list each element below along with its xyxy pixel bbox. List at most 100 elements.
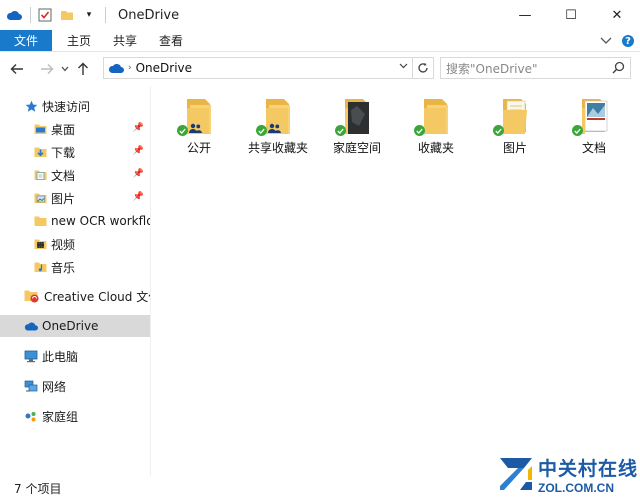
sidebar-item-network[interactable]: 网络 xyxy=(0,375,150,397)
sidebar-item-label: 文档 xyxy=(51,168,76,183)
up-button[interactable] xyxy=(72,58,94,80)
sidebar-item-pictures[interactable]: 图片 📌 xyxy=(0,187,150,209)
pin-icon[interactable]: 📌 xyxy=(133,192,144,202)
file-view: 公开 共享收藏夹 家庭空间 收藏夹 图片 文档 xyxy=(152,86,640,476)
folder-item[interactable]: 图片 xyxy=(475,96,555,158)
sidebar-item-label: 家庭组 xyxy=(42,409,79,424)
address-dropdown-icon[interactable] xyxy=(399,61,408,72)
search-box[interactable]: 搜索"OneDrive" xyxy=(440,57,631,79)
window-controls: — ☐ ✕ xyxy=(502,0,640,30)
quick-access-toolbar: ▾ xyxy=(0,0,112,30)
maximize-button[interactable]: ☐ xyxy=(548,0,594,30)
sidebar-item-onedrive[interactable]: OneDrive xyxy=(0,315,150,337)
network-icon xyxy=(24,379,38,393)
folder-label: 共享收藏夹 xyxy=(247,141,308,155)
sidebar-item-music[interactable]: 音乐 xyxy=(0,256,150,278)
watermark-en: ZOL.COM.CN xyxy=(538,480,614,495)
downloads-folder-icon xyxy=(33,145,47,159)
back-arrow-icon xyxy=(10,64,23,74)
recent-locations-button[interactable] xyxy=(58,58,72,80)
breadcrumb-onedrive[interactable]: OneDrive xyxy=(136,61,192,75)
title-bar: ▾ OneDrive — ☐ ✕ xyxy=(0,0,640,30)
onedrive-cloud-icon[interactable] xyxy=(6,7,22,23)
sync-ok-icon xyxy=(177,125,188,136)
navigation-pane: 快速访问 桌面 📌 下载 📌 文档 📌 图片 📌 new OCR workflo… xyxy=(0,86,150,476)
folder-icon xyxy=(33,214,47,228)
sidebar-item-this-pc[interactable]: 此电脑 xyxy=(0,345,150,367)
new-folder-icon[interactable] xyxy=(59,7,75,23)
folder-item[interactable]: 家庭空间 xyxy=(317,96,397,158)
pin-icon[interactable]: 📌 xyxy=(133,123,144,133)
customize-toolbar-icon[interactable]: ▾ xyxy=(81,7,97,23)
sidebar-item-homegroup[interactable]: 家庭组 xyxy=(0,405,150,427)
sidebar-item-desktop[interactable]: 桌面 📌 xyxy=(0,118,150,140)
desktop-folder-icon xyxy=(33,122,47,136)
sidebar-item-creative-cloud[interactable]: Creative Cloud 文件 xyxy=(0,285,150,307)
tab-share[interactable]: 共享 xyxy=(102,30,148,51)
sidebar-item-label: 下载 xyxy=(51,145,76,160)
homegroup-icon xyxy=(24,409,38,423)
sidebar-item-label: Creative Cloud 文件 xyxy=(44,289,150,304)
pictures-folder-icon xyxy=(33,191,47,205)
folder-item[interactable]: 收藏夹 xyxy=(396,96,476,158)
folder-icon xyxy=(493,96,533,136)
breadcrumb-separator-icon[interactable]: › xyxy=(128,63,132,73)
search-icon[interactable] xyxy=(612,61,625,77)
pane-divider[interactable] xyxy=(150,86,151,476)
sidebar-item-new-ocr-workflow[interactable]: new OCR workflow xyxy=(0,210,150,232)
search-input[interactable]: 搜索"OneDrive" xyxy=(446,60,537,77)
folder-label: 家庭空间 xyxy=(332,141,381,155)
folder-item[interactable]: 文档 xyxy=(554,96,634,158)
forward-button[interactable] xyxy=(36,58,58,80)
sidebar-item-videos[interactable]: 视频 xyxy=(0,233,150,255)
folder-label: 收藏夹 xyxy=(417,141,454,155)
sidebar-item-downloads[interactable]: 下载 📌 xyxy=(0,141,150,163)
folder-icon xyxy=(256,96,296,136)
sidebar-item-quick-access[interactable]: 快速访问 xyxy=(0,95,150,117)
up-arrow-icon xyxy=(78,62,88,75)
folder-item[interactable]: 公开 xyxy=(159,96,239,158)
shared-people-icon xyxy=(189,122,202,136)
close-button[interactable]: ✕ xyxy=(594,0,640,30)
watermark-text: 中关村在线 ZOL.COM.CN xyxy=(538,454,638,495)
properties-icon[interactable] xyxy=(37,7,53,23)
tab-file[interactable]: 文件 xyxy=(0,30,52,51)
refresh-icon xyxy=(418,62,428,73)
sync-ok-icon xyxy=(493,125,504,136)
window-title: OneDrive xyxy=(118,7,180,23)
music-folder-icon xyxy=(33,260,47,274)
refresh-button[interactable] xyxy=(413,57,434,79)
item-count: 7 个项目 xyxy=(14,482,62,496)
onedrive-cloud-icon xyxy=(24,319,38,333)
pin-icon[interactable]: 📌 xyxy=(133,169,144,179)
minimize-button[interactable]: — xyxy=(502,0,548,30)
folder-icon xyxy=(335,96,375,136)
folder-icon xyxy=(177,96,217,136)
expand-ribbon-icon[interactable] xyxy=(600,35,612,47)
folder-item[interactable]: 共享收藏夹 xyxy=(238,96,318,158)
watermark: 中关村在线 ZOL.COM.CN xyxy=(498,449,640,499)
sidebar-item-label: 音乐 xyxy=(51,260,76,275)
folder-label: 文档 xyxy=(581,141,606,155)
tab-home[interactable]: 主页 xyxy=(56,30,102,51)
folder-label: 公开 xyxy=(186,141,211,155)
folder-icon xyxy=(414,96,454,136)
chevron-down-icon xyxy=(61,66,69,72)
toolbar-separator xyxy=(105,7,106,23)
sidebar-item-label: 桌面 xyxy=(51,122,76,137)
address-bar[interactable]: › OneDrive xyxy=(103,57,413,79)
back-button[interactable] xyxy=(6,58,28,80)
sidebar-item-label: 网络 xyxy=(42,379,67,394)
sync-ok-icon xyxy=(572,125,583,136)
sidebar-item-documents[interactable]: 文档 📌 xyxy=(0,164,150,186)
zol-logo-icon xyxy=(498,456,534,492)
navigation-bar: › OneDrive 搜索"OneDrive" xyxy=(0,56,640,82)
sync-ok-icon xyxy=(414,125,425,136)
tab-view[interactable]: 查看 xyxy=(148,30,194,51)
pin-icon[interactable]: 📌 xyxy=(133,146,144,156)
shared-people-icon xyxy=(268,122,281,136)
sync-ok-icon xyxy=(335,125,346,136)
sidebar-item-label: new OCR workflow xyxy=(51,214,150,228)
help-icon[interactable]: ? xyxy=(622,35,634,47)
sidebar-item-label: 快速访问 xyxy=(42,99,91,114)
